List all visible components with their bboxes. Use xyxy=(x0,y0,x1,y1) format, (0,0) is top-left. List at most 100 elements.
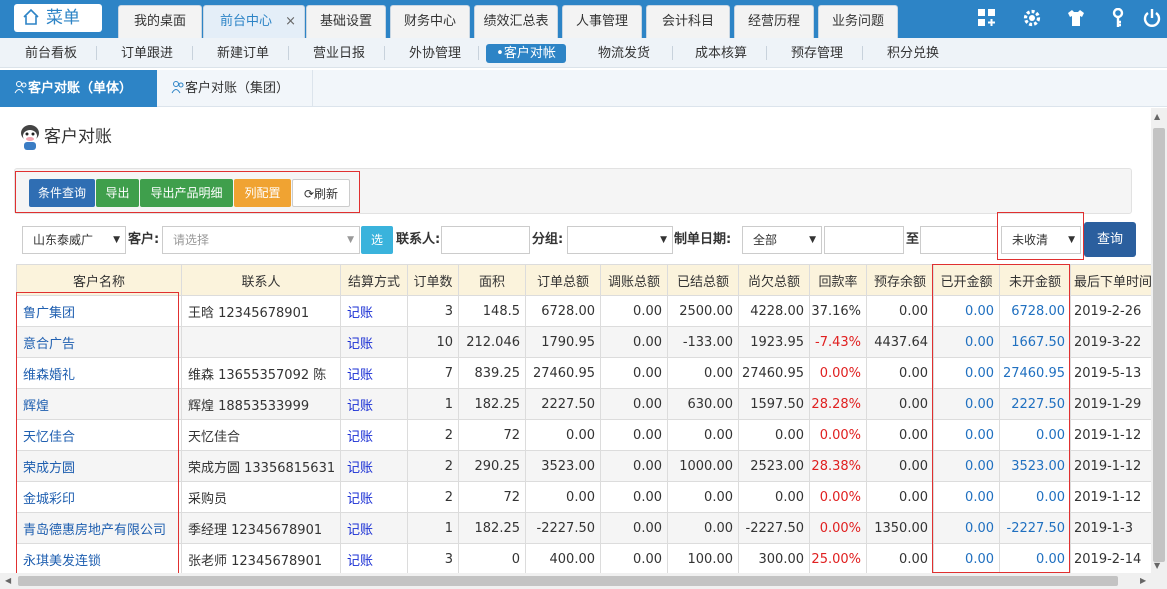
pick-customer-button[interactable]: 选 xyxy=(361,226,393,254)
sub-tab-outsourcing[interactable]: 外协管理 xyxy=(398,44,472,63)
customer-name-link[interactable]: 永琪美发连锁 xyxy=(16,543,182,575)
search-button[interactable]: 查询 xyxy=(1084,222,1136,257)
column-header[interactable]: 客户名称 xyxy=(16,264,182,296)
sub-tab-front-board[interactable]: 前台看板 xyxy=(14,44,88,63)
table-cell: 0.00 xyxy=(933,450,1000,482)
scroll-left-icon[interactable]: ◀ xyxy=(5,576,11,585)
table-cell: 0.00 xyxy=(933,419,1000,451)
column-config-button[interactable]: 列配置 xyxy=(234,179,291,207)
customer-name-link[interactable]: 辉煌 xyxy=(16,388,182,420)
settlement-link[interactable]: 记账 xyxy=(340,326,408,358)
column-header[interactable]: 尚欠总额 xyxy=(738,264,810,296)
status-select[interactable]: 未收清 ▼ xyxy=(1001,226,1081,254)
sub-tab-logistics[interactable]: 物流发货 xyxy=(584,44,664,63)
sub-tab-customer-reconcile[interactable]: •客户对帐 xyxy=(486,44,566,63)
table-row[interactable]: 天忆佳合 天忆佳合 记账 2 72 0.00 0.00 0.00 0.00 0.00% 0.00 0.… xyxy=(16,419,1153,451)
contact-input[interactable] xyxy=(441,226,530,254)
column-header[interactable]: 已开金额 xyxy=(933,264,1000,296)
main-tab-accounts[interactable]: 会计科目 xyxy=(646,5,730,38)
main-tab-hr[interactable]: 人事管理 xyxy=(562,5,642,38)
table-row[interactable]: 永琪美发连锁 张老师 12345678901 记账 3 0 400.00 0.00 100.0… xyxy=(16,543,1153,575)
customer-name-link[interactable]: 维森婚礼 xyxy=(16,357,182,389)
table-cell: -2227.50 xyxy=(999,512,1071,544)
table-row[interactable]: 辉煌 辉煌 18853533999 记账 1 182.25 2227.50 0.00 630.… xyxy=(16,388,1153,420)
table-cell: 1 xyxy=(407,388,459,420)
customer-name-link[interactable]: 鲁广集团 xyxy=(16,295,182,327)
column-header[interactable]: 结算方式 xyxy=(340,264,408,296)
menu-button[interactable]: 菜单 xyxy=(14,4,102,32)
horizontal-scrollbar[interactable]: ◀ ▶ xyxy=(0,573,1167,589)
customer-name-link[interactable]: 天忆佳合 xyxy=(16,419,182,451)
end-date-input[interactable] xyxy=(920,226,998,254)
sub-tab-prepaid[interactable]: 预存管理 xyxy=(780,44,854,63)
sub-tab-cost[interactable]: 成本核算 xyxy=(684,44,758,63)
scroll-up-icon[interactable]: ▲ xyxy=(1154,112,1160,121)
sub-tab-daily-report[interactable]: 营业日报 xyxy=(302,44,376,63)
table-cell: 0.00 xyxy=(999,543,1071,575)
gear-icon[interactable] xyxy=(1021,8,1043,30)
main-tab-issues[interactable]: 业务问题 xyxy=(818,5,898,38)
date-range-select[interactable]: 全部 ▼ xyxy=(742,226,822,254)
settlement-link[interactable]: 记账 xyxy=(340,419,408,451)
scroll-right-icon[interactable]: ▶ xyxy=(1140,576,1146,585)
settlement-link[interactable]: 记账 xyxy=(340,295,408,327)
group-select[interactable]: ▼ xyxy=(567,226,673,254)
query-button[interactable]: 条件查询 xyxy=(29,179,95,207)
settlement-link[interactable]: 记账 xyxy=(340,388,408,420)
settlement-link[interactable]: 记账 xyxy=(340,357,408,389)
sub-tab-points[interactable]: 积分兑换 xyxy=(876,44,950,63)
main-tab-performance[interactable]: 绩效汇总表 xyxy=(474,5,558,38)
column-header[interactable]: 订单数 xyxy=(407,264,459,296)
page-tab-group[interactable]: 客户对账（集团） xyxy=(157,70,313,107)
customer-name-link[interactable]: 意合广告 xyxy=(16,326,182,358)
table-row[interactable]: 荣成方圆 荣成方圆 13356815631 记账 2 290.25 3523.00 0.00… xyxy=(16,450,1153,482)
settlement-link[interactable]: 记账 xyxy=(340,543,408,575)
column-header[interactable]: 最后下单时间 xyxy=(1070,264,1153,296)
table-cell: 27460.95 xyxy=(738,357,810,389)
table-row[interactable]: 维森婚礼 维森 13655357092 陈记账 7 839.25 27460.95 0.0… xyxy=(16,357,1153,389)
table-row[interactable]: 金城彩印 采购员 记账 2 72 0.00 0.00 0.00 0.00 0.00% 0.00 0.0… xyxy=(16,481,1153,513)
key-icon[interactable] xyxy=(1107,7,1129,30)
settlement-link[interactable]: 记账 xyxy=(340,481,408,513)
table-cell: 6728.00 xyxy=(525,295,601,327)
close-tab-icon[interactable]: × xyxy=(285,6,296,37)
column-header[interactable]: 联系人 xyxy=(181,264,341,296)
vertical-scroll-thumb[interactable] xyxy=(1153,128,1165,562)
column-header[interactable]: 已结总额 xyxy=(667,264,739,296)
power-icon[interactable] xyxy=(1141,8,1163,30)
main-tab-finance[interactable]: 财务中心 xyxy=(390,5,470,38)
customer-name-link[interactable]: 荣成方圆 xyxy=(16,450,182,482)
customer-name-link[interactable]: 金城彩印 xyxy=(16,481,182,513)
main-tab-desktop[interactable]: 我的桌面 xyxy=(118,5,202,38)
table-row[interactable]: 意合广告 记账 10 212.046 1790.95 0.00 -133.00 1923.95… xyxy=(16,326,1153,358)
table-row[interactable]: 鲁广集团 王晗 12345678901 记账 3 148.5 6728.00 0.00 250… xyxy=(16,295,1153,327)
grid-icon[interactable] xyxy=(976,8,998,30)
main-tab-history[interactable]: 经营历程 xyxy=(734,5,814,38)
column-header[interactable]: 未开金额 xyxy=(999,264,1071,296)
customer-name-link[interactable]: 青岛德惠房地产有限公司 xyxy=(16,512,182,544)
vertical-scrollbar[interactable]: ▲ ▼ xyxy=(1151,108,1167,573)
export-button[interactable]: 导出 xyxy=(96,179,139,207)
page-tab-single[interactable]: 客户对账（单体） xyxy=(0,70,157,107)
refresh-button[interactable]: ⟳刷新 xyxy=(292,179,350,207)
column-header[interactable]: 回款率 xyxy=(809,264,867,296)
customer-select[interactable]: 请选择 ▼ xyxy=(162,226,360,254)
column-header[interactable]: 订单总额 xyxy=(525,264,601,296)
settlement-link[interactable]: 记账 xyxy=(340,512,408,544)
scroll-down-icon[interactable]: ▼ xyxy=(1154,561,1160,570)
column-header[interactable]: 调账总额 xyxy=(600,264,668,296)
shirt-icon[interactable] xyxy=(1065,8,1087,30)
sub-tab-new-order[interactable]: 新建订单 xyxy=(206,44,280,63)
main-tab-front-center[interactable]: 前台中心 × xyxy=(203,5,305,38)
export-detail-button[interactable]: 导出产品明细 xyxy=(140,179,233,207)
horizontal-scroll-thumb[interactable] xyxy=(18,576,1118,586)
main-tab-label: 人事管理 xyxy=(575,14,628,29)
region-select[interactable]: 山东泰威广 ▼ xyxy=(22,226,126,254)
column-header[interactable]: 面积 xyxy=(458,264,526,296)
settlement-link[interactable]: 记账 xyxy=(340,450,408,482)
sub-tab-order-follow[interactable]: 订单跟进 xyxy=(110,44,184,63)
table-row[interactable]: 青岛德惠房地产有限公司 季经理 12345678901 记账 1 182.25 -2227… xyxy=(16,512,1153,544)
main-tab-basic-settings[interactable]: 基础设置 xyxy=(306,5,386,38)
start-date-input[interactable] xyxy=(824,226,904,254)
column-header[interactable]: 预存余额 xyxy=(866,264,934,296)
